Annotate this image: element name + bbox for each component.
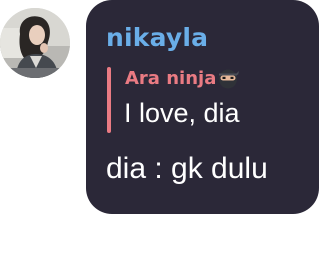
reply-header[interactable]: Ara ninja bbox=[125, 65, 240, 89]
reply-indicator-bar bbox=[107, 67, 111, 133]
chat-message: nikayla Ara ninja I love, dia dia : gk d… bbox=[0, 0, 320, 262]
reply-preview-text[interactable]: I love, dia bbox=[124, 98, 240, 129]
avatar-photo-icon bbox=[0, 8, 70, 78]
message-text: dia : gk dulu bbox=[106, 152, 268, 185]
reply-author-name[interactable]: Ara ninja bbox=[125, 68, 216, 89]
ninja-emoji-icon bbox=[217, 65, 240, 89]
sender-name[interactable]: nikayla bbox=[106, 23, 208, 52]
avatar[interactable] bbox=[0, 8, 70, 78]
